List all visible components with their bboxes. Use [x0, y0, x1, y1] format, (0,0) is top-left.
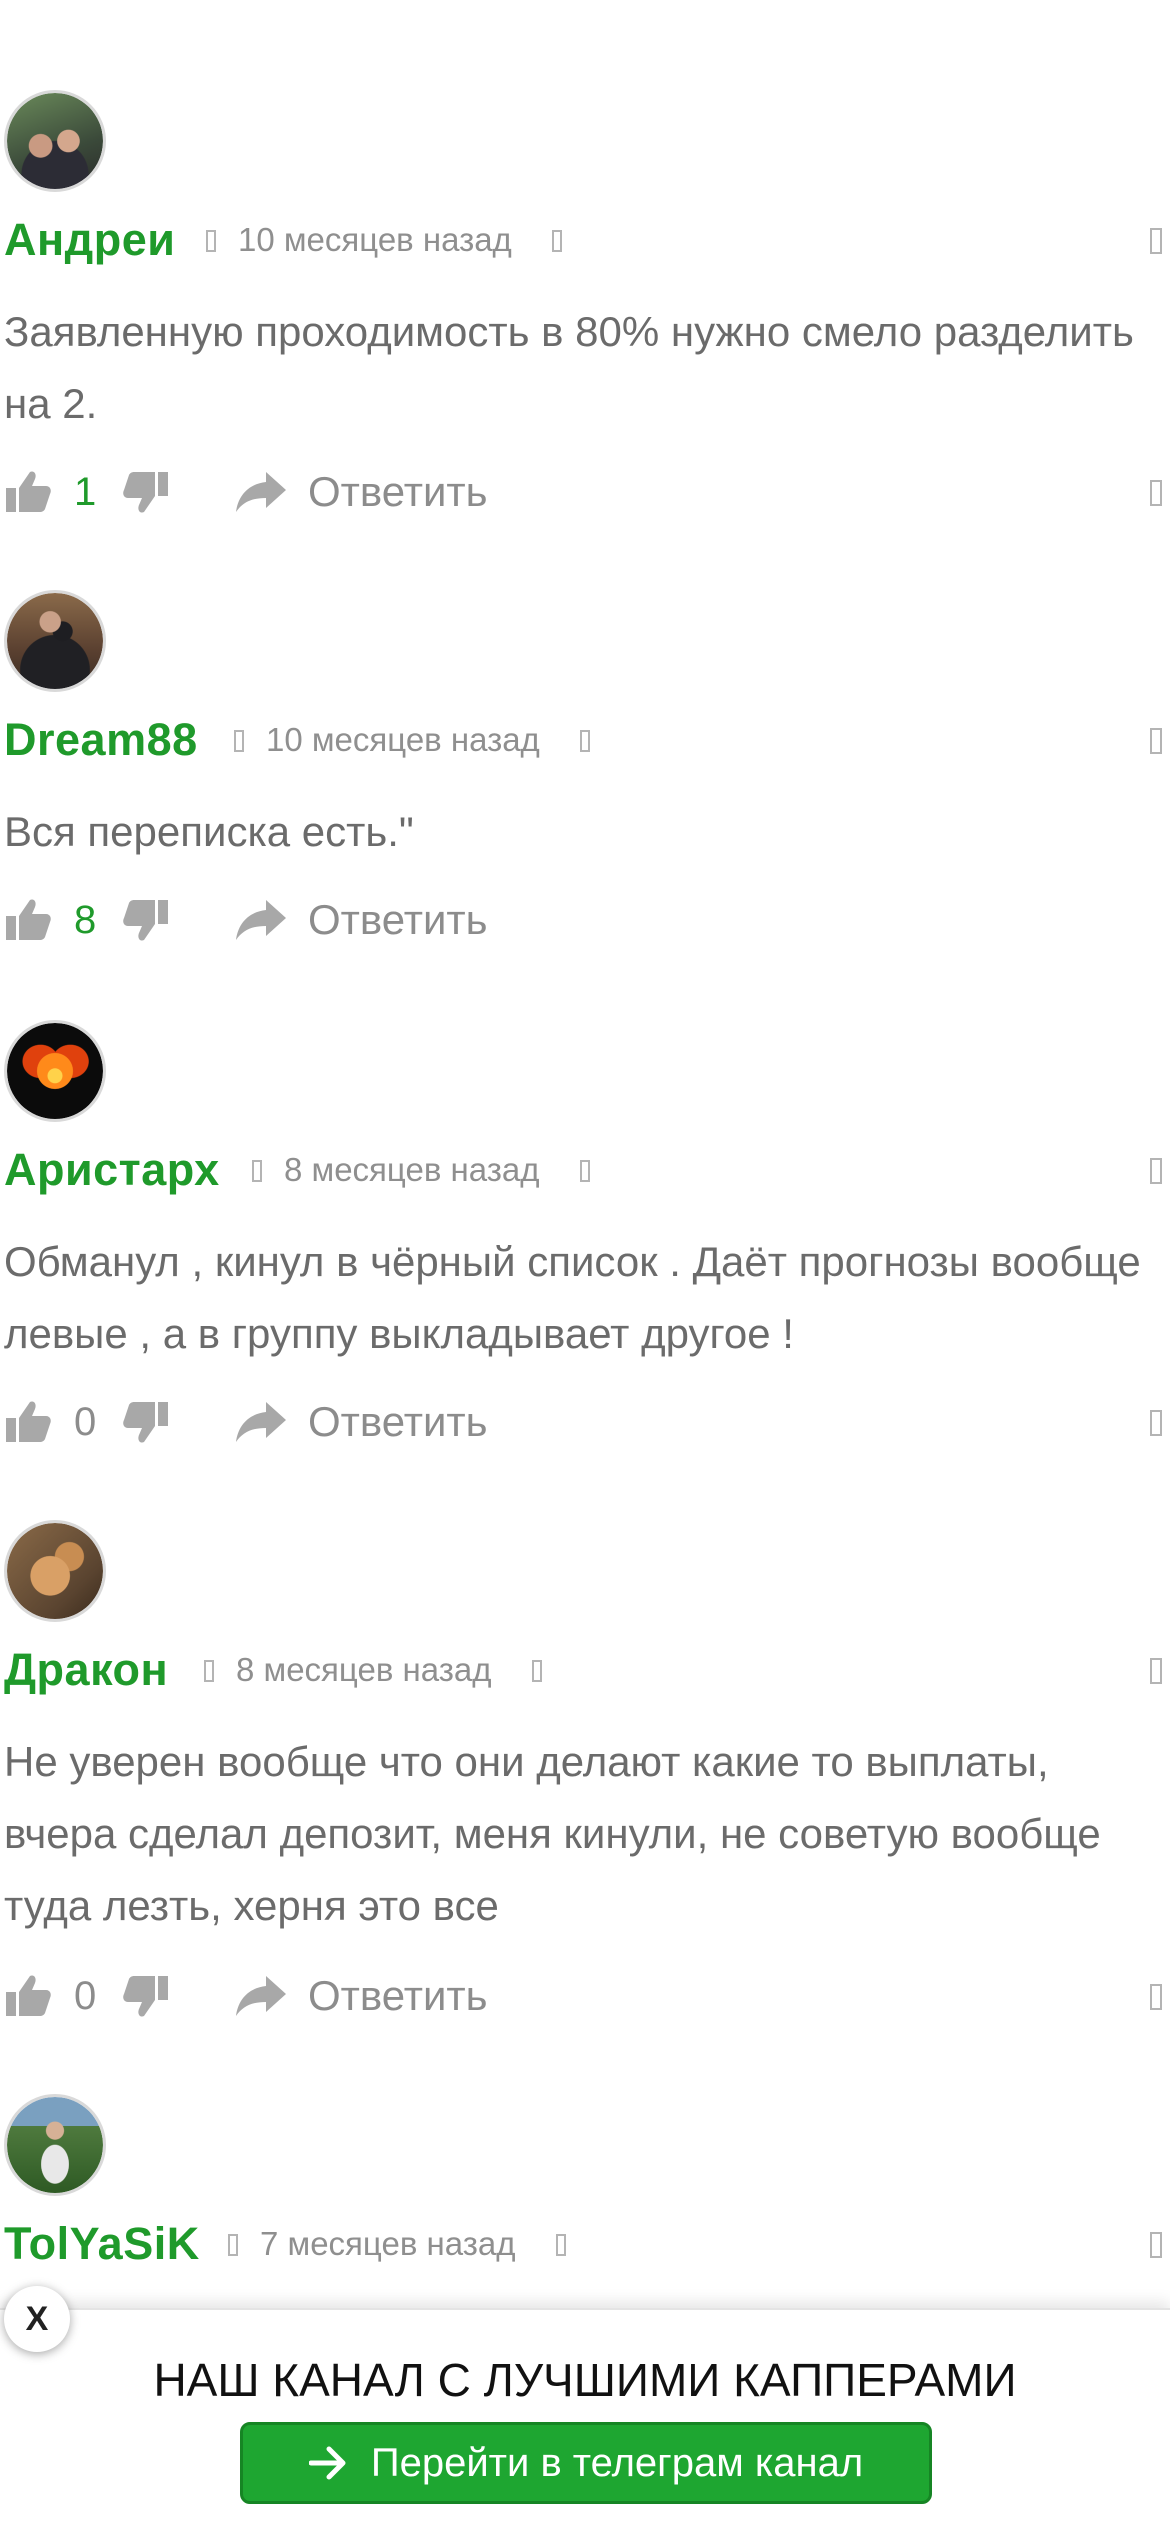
thumbs-down-icon[interactable]	[118, 1966, 174, 2026]
reply-arrow-icon	[236, 1976, 286, 2016]
banner-title: НАШ КАНАЛ С ЛУЧШИМИ КАППЕРАМИ	[153, 2354, 1017, 2406]
link-icon[interactable]	[552, 230, 562, 252]
vote-count: 8	[74, 898, 97, 942]
thumbs-down-icon[interactable]	[118, 462, 174, 522]
link-icon[interactable]	[580, 730, 590, 752]
timestamp[interactable]: 8 месяцев назад	[236, 1638, 491, 1702]
vote-count: 0	[74, 1400, 97, 1444]
comment-text: Обманул , кинул в чёрный список . Даёт п…	[4, 1238, 1141, 1357]
close-banner-button[interactable]: X	[4, 2286, 70, 2352]
link-icon[interactable]	[556, 2234, 566, 2256]
reply-button[interactable]: Ответить	[234, 462, 488, 522]
reply-label: Ответить	[308, 1398, 488, 1445]
reply-arrow-icon	[236, 1402, 286, 1442]
more-icon[interactable]	[1150, 480, 1162, 506]
timestamp[interactable]: 7 месяцев назад	[260, 2212, 515, 2276]
timestamp[interactable]: 10 месяцев назад	[238, 208, 512, 272]
avatar[interactable]	[4, 1520, 106, 1622]
telegram-button-label: Перейти в телеграм канал	[370, 2440, 864, 2485]
comment-meta: Андреи 10 месяцев назад	[0, 208, 1170, 272]
more-icon[interactable]	[1150, 1410, 1162, 1436]
user-icon	[204, 1660, 214, 1682]
comment-meta: TolYaSiK 7 месяцев назад	[0, 2212, 1170, 2276]
thumbs-up-icon[interactable]	[0, 890, 56, 950]
reply-label: Ответить	[308, 468, 488, 515]
author-name[interactable]: Dream88	[4, 708, 198, 772]
thumbs-up-icon[interactable]	[0, 462, 56, 522]
timestamp[interactable]: 8 месяцев назад	[284, 1138, 539, 1202]
thumbs-up-icon[interactable]	[0, 1392, 56, 1452]
user-icon	[234, 730, 244, 752]
comment-actions: 1 Ответить	[0, 462, 1170, 522]
user-icon	[206, 230, 216, 252]
reply-label: Ответить	[308, 1972, 488, 2019]
reply-button[interactable]: Ответить	[234, 1392, 488, 1452]
comments-page: Андреи 10 месяцев назад Заявленную прохо…	[0, 0, 1170, 2532]
collapse-icon[interactable]	[1150, 228, 1162, 254]
thumbs-down-icon[interactable]	[118, 890, 174, 950]
author-name[interactable]: TolYaSiK	[4, 2212, 200, 2276]
more-icon[interactable]	[1150, 1984, 1162, 2010]
telegram-banner: НАШ КАНАЛ С ЛУЧШИМИ КАППЕРАМИ Перейти в …	[0, 2308, 1170, 2532]
comment-meta: Дракон 8 месяцев назад	[0, 1638, 1170, 1702]
reply-button[interactable]: Ответить	[234, 1966, 488, 2026]
reply-arrow-icon	[236, 900, 286, 940]
collapse-icon[interactable]	[1150, 1158, 1162, 1184]
arrow-right-icon	[308, 2446, 346, 2480]
user-icon	[252, 1160, 262, 1182]
comment-actions: 0 Ответить	[0, 1392, 1170, 1452]
avatar[interactable]	[4, 90, 106, 192]
collapse-icon[interactable]	[1150, 2232, 1162, 2258]
avatar[interactable]	[4, 590, 106, 692]
author-name[interactable]: Аристарх	[4, 1138, 220, 1202]
thumbs-down-icon[interactable]	[118, 1392, 174, 1452]
comment-text: Не уверен вообще что они делают какие то…	[4, 1738, 1101, 1929]
vote-count: 0	[74, 1974, 97, 2018]
link-icon[interactable]	[532, 1660, 542, 1682]
reply-label: Ответить	[308, 896, 488, 943]
thumbs-up-icon[interactable]	[0, 1966, 56, 2026]
reply-button[interactable]: Ответить	[234, 890, 488, 950]
timestamp[interactable]: 10 месяцев назад	[266, 708, 540, 772]
comment-meta: Аристарх 8 месяцев назад	[0, 1138, 1170, 1202]
comment-text: Заявленную проходимость в 80% нужно смел…	[4, 308, 1134, 427]
avatar[interactable]	[4, 1020, 106, 1122]
author-name[interactable]: Андреи	[4, 208, 175, 272]
comment-meta: Dream88 10 месяцев назад	[0, 708, 1170, 772]
link-icon[interactable]	[580, 1160, 590, 1182]
comment-actions: 8 Ответить	[0, 890, 1170, 950]
collapse-icon[interactable]	[1150, 1658, 1162, 1684]
reply-arrow-icon	[236, 472, 286, 512]
author-name[interactable]: Дракон	[4, 1638, 168, 1702]
comment-actions: 0 Ответить	[0, 1966, 1170, 2026]
user-icon	[228, 2234, 238, 2256]
comment-text: Вся переписка есть."	[4, 808, 414, 855]
telegram-channel-button[interactable]: Перейти в телеграм канал	[240, 2422, 932, 2504]
vote-count: 1	[74, 470, 97, 514]
avatar[interactable]	[4, 2094, 106, 2196]
collapse-icon[interactable]	[1150, 728, 1162, 754]
